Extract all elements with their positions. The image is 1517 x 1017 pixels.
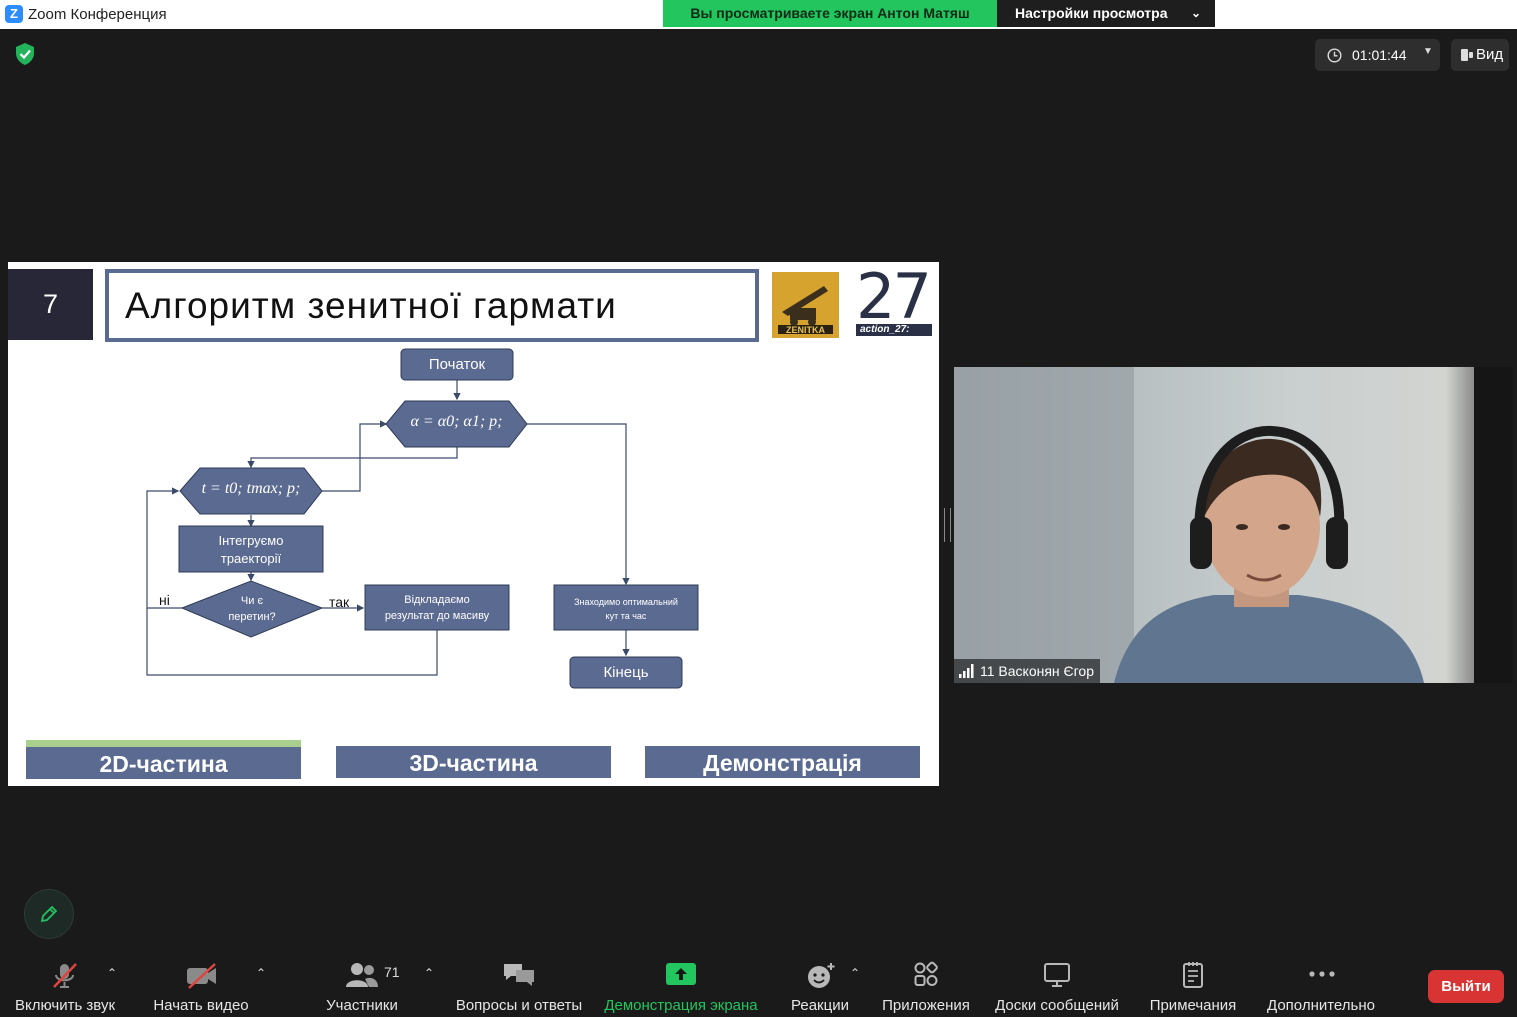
decision-label: Чи є перетин?: [182, 593, 322, 625]
leave-meeting-button[interactable]: Выйти: [1428, 970, 1504, 1003]
share-screen-button[interactable]: Демонстрация экрана: [601, 950, 761, 1017]
view-settings-dropdown[interactable]: Настройки просмотра ⌄: [997, 0, 1215, 27]
video-options-caret[interactable]: ⌃: [256, 966, 266, 980]
notes-button[interactable]: Примечания: [1144, 950, 1242, 1017]
yes-label: так: [329, 594, 350, 610]
find-line-2: кут та час: [605, 611, 647, 621]
whiteboard-icon: [1044, 963, 1070, 987]
unmute-button[interactable]: ⌃ Включить звук: [0, 950, 130, 1017]
meeting-toolbar: ⌃ Включить звук ⌃ Начать видео 71 ⌃ Учас…: [0, 950, 1517, 1017]
elapsed-time: 01:01:44: [1352, 47, 1407, 63]
reactions-smiley-icon: [808, 963, 835, 988]
unmute-options-caret[interactable]: ⌃: [107, 966, 117, 980]
share-screen-label: Демонстрация экрана: [604, 997, 758, 1014]
more-label: Дополнительно: [1267, 997, 1375, 1014]
find-label: Знаходимо оптимальний кут та час: [554, 595, 698, 623]
reactions-button[interactable]: ⌃ Реакции: [784, 950, 860, 1017]
whiteboards-button[interactable]: Доски сообщений: [990, 950, 1124, 1017]
pencil-icon: [40, 905, 58, 923]
more-dots-icon: [1309, 971, 1335, 977]
start-label: Початок: [428, 356, 486, 373]
panel-resize-handle[interactable]: [944, 508, 951, 542]
end-label: Кінець: [603, 664, 649, 681]
participants-label: Участники: [326, 997, 398, 1014]
notes-icon: [1183, 962, 1203, 988]
more-button[interactable]: Дополнительно: [1262, 950, 1380, 1017]
notes-label: Примечания: [1149, 997, 1237, 1014]
store-line-1: Відкладаємо: [404, 594, 470, 606]
qa-chat-icon: [504, 964, 534, 986]
viewing-screen-label: Вы просматриваете экран Антон Матяш: [663, 0, 997, 27]
participants-options-caret[interactable]: ⌃: [424, 966, 434, 980]
meeting-timer[interactable]: 01:01:44 ▼: [1315, 39, 1440, 71]
qa-label: Вопросы и ответы: [455, 997, 583, 1014]
microphone-muted-icon: [53, 963, 77, 988]
unmute-label: Включить звук: [14, 997, 116, 1014]
clock-icon: [1327, 48, 1342, 63]
participant-video[interactable]: 11 Васконян Єгор: [954, 367, 1513, 683]
reactions-options-caret[interactable]: ⌃: [850, 966, 860, 980]
apps-icon: [914, 961, 938, 986]
whiteboards-label: Доски сообщений: [995, 997, 1119, 1014]
video-camera-off-icon: [187, 963, 216, 989]
flowchart: [146, 348, 699, 689]
participant-name-tag: 11 Васконян Єгор: [954, 659, 1100, 683]
reactions-label: Реакции: [791, 997, 849, 1014]
chevron-down-icon: ⌄: [1190, 6, 1201, 20]
view-settings-label: Настройки просмотра: [1015, 5, 1168, 21]
annotate-button[interactable]: [24, 889, 74, 939]
participants-count: 71: [384, 964, 400, 980]
active-tab-indicator: [26, 740, 301, 747]
view-layout-icon: [1461, 49, 1473, 61]
tab-2d-part[interactable]: 2D-частина: [26, 747, 301, 779]
decision-line-1: Чи є: [240, 595, 264, 607]
store-line-2: результат до масиву: [384, 610, 490, 622]
encryption-shield-icon[interactable]: [14, 42, 36, 66]
integrate-label: Інтегруємо траекторії: [179, 532, 323, 568]
no-label: ні: [159, 592, 170, 608]
find-line-1: Знаходимо оптимальний: [574, 597, 678, 607]
tab-3d-part[interactable]: 3D-частина: [336, 746, 611, 778]
video-frame: [954, 367, 1513, 683]
apps-label: Приложения: [882, 997, 970, 1014]
zoom-logo-icon: Z: [5, 5, 23, 23]
share-screen-icon: [666, 963, 696, 985]
participants-button[interactable]: 71 ⌃ Участники: [312, 950, 434, 1017]
view-button[interactable]: Вид: [1451, 39, 1509, 71]
store-label: Відкладаємо результат до масиву: [365, 592, 509, 624]
integrate-line-2: траекторії: [220, 551, 282, 566]
integrate-line-1: Інтегруємо: [218, 533, 284, 548]
shared-slide: 7 Алгоритм зенитної гармати ZENITKA 27 a…: [8, 260, 939, 786]
apps-button[interactable]: Приложения: [876, 950, 976, 1017]
window-title: Zoom Конференция: [28, 6, 167, 23]
qa-button[interactable]: Вопросы и ответы: [452, 950, 586, 1017]
participants-icon: [346, 963, 378, 987]
signal-strength-icon: [959, 664, 974, 678]
decision-line-2: перетин?: [228, 611, 276, 623]
caret-down-icon: ▼: [1423, 46, 1433, 57]
screen-share-banner: Вы просматриваете экран Антон Матяш Наст…: [663, 0, 1215, 27]
t-loop-label: t = t0; tmax; p;: [201, 480, 301, 497]
participant-name: 11 Васконян Єгор: [980, 663, 1094, 679]
start-video-button[interactable]: ⌃ Начать видео: [140, 950, 266, 1017]
start-video-label: Начать видео: [153, 997, 249, 1014]
tab-demo[interactable]: Демонстрація: [645, 746, 920, 778]
view-label: Вид: [1476, 46, 1504, 63]
alpha-loop-label: α = α0; α1; p;: [410, 413, 503, 430]
